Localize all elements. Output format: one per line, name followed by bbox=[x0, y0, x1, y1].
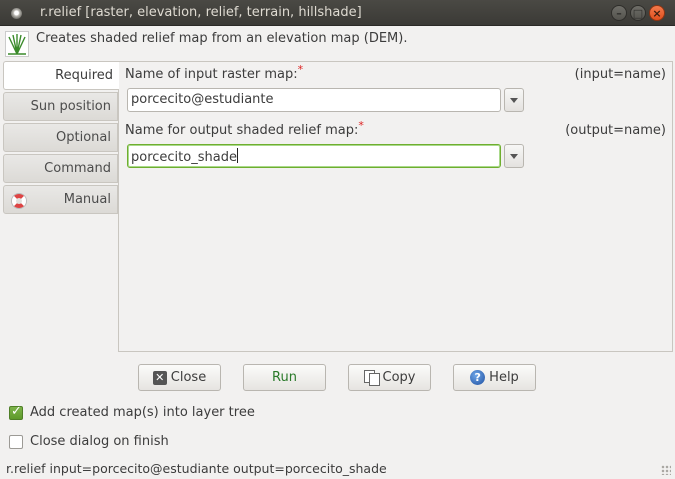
input-map-field[interactable]: porcecito@estudiante bbox=[127, 88, 501, 112]
maximize-button[interactable]: □ bbox=[630, 5, 646, 21]
text-caret bbox=[236, 148, 238, 163]
close-on-finish-checkbox[interactable] bbox=[9, 435, 23, 449]
input-map-label: Name of input raster map:* bbox=[125, 63, 304, 82]
chevron-down-icon bbox=[510, 154, 518, 159]
tab-manual[interactable]: Manual bbox=[3, 185, 118, 214]
tab-required[interactable]: Required bbox=[3, 61, 119, 90]
output-map-label: Name for output shaded relief map:* bbox=[125, 119, 364, 138]
close-on-finish-label[interactable]: Close dialog on finish bbox=[30, 434, 169, 449]
lifebuoy-icon bbox=[12, 194, 26, 208]
command-line-status: r.relief input=porcecito@estudiante outp… bbox=[6, 461, 387, 476]
tab-sun-position[interactable]: Sun position bbox=[3, 92, 118, 121]
input-map-dropdown-button[interactable] bbox=[504, 88, 524, 112]
tab-label: Manual bbox=[63, 192, 111, 207]
window-title: r.relief [raster, elevation, relief, ter… bbox=[40, 5, 362, 20]
required-mark: * bbox=[358, 119, 364, 132]
close-window-button[interactable]: × bbox=[649, 5, 665, 21]
tab-optional[interactable]: Optional bbox=[3, 123, 118, 152]
add-to-layer-tree-checkbox[interactable] bbox=[9, 404, 23, 420]
run-button[interactable]: Run bbox=[243, 364, 326, 391]
dialog-window: r.relief [raster, elevation, relief, ter… bbox=[0, 0, 675, 479]
output-map-value: porcecito_shade bbox=[131, 150, 237, 165]
window-menu-icon[interactable] bbox=[11, 8, 22, 19]
tab-label: Required bbox=[55, 68, 113, 83]
close-button-label: Close bbox=[170, 370, 207, 385]
close-button[interactable]: ✕ Close bbox=[138, 364, 221, 391]
close-icon: ✕ bbox=[152, 370, 167, 385]
help-icon: ? bbox=[470, 370, 486, 385]
title-bar[interactable]: r.relief [raster, elevation, relief, ter… bbox=[0, 0, 675, 26]
resize-grip-icon[interactable] bbox=[661, 465, 671, 475]
minimize-button[interactable]: – bbox=[611, 5, 627, 21]
copy-button[interactable]: Copy bbox=[348, 364, 431, 391]
run-button-label: Run bbox=[272, 370, 297, 385]
output-map-dropdown-button[interactable] bbox=[504, 144, 524, 168]
output-map-field[interactable]: porcecito_shade bbox=[127, 144, 501, 168]
output-param-hint: (output=name) bbox=[565, 123, 666, 138]
required-mark: * bbox=[297, 63, 304, 76]
add-to-layer-tree-label[interactable]: Add created map(s) into layer tree bbox=[30, 405, 255, 420]
input-map-value: porcecito@estudiante bbox=[131, 92, 274, 107]
chevron-down-icon bbox=[510, 98, 518, 103]
input-param-hint: (input=name) bbox=[574, 67, 666, 82]
help-button[interactable]: ? Help bbox=[453, 364, 536, 391]
copy-icon bbox=[363, 370, 380, 386]
tab-command-output[interactable]: Command output bbox=[3, 154, 118, 204]
tab-label: Sun position bbox=[30, 99, 111, 114]
grass-logo-icon bbox=[5, 31, 29, 57]
module-description: Creates shaded relief map from an elevat… bbox=[36, 31, 408, 46]
tab-label: Optional bbox=[56, 130, 111, 145]
help-button-label: Help bbox=[489, 370, 519, 385]
copy-button-label: Copy bbox=[382, 370, 416, 385]
required-panel: Name of input raster map:* (input=name) … bbox=[118, 61, 673, 352]
